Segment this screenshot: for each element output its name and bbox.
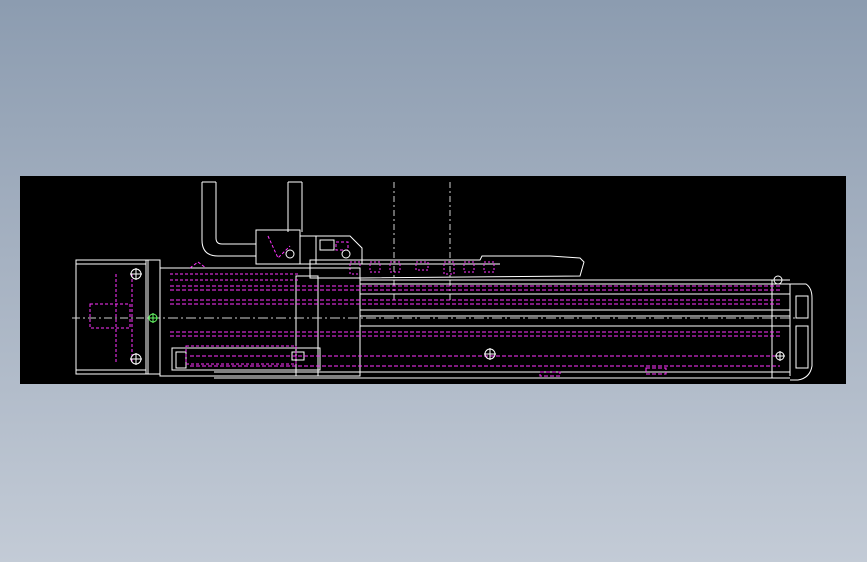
motor-block (75, 259, 161, 375)
bolt-icon (130, 268, 142, 280)
slider-hidden-lines (170, 261, 300, 365)
pipe-fitting-left (201, 181, 256, 257)
carriage-top-plate (309, 255, 585, 279)
pipe-fitting-right (287, 181, 303, 232)
rail-body (214, 279, 791, 379)
end-cap (790, 283, 813, 381)
slider-body (159, 267, 361, 377)
carriage-screw-icon (484, 348, 496, 360)
linear-actuator-drawing (72, 181, 813, 381)
cad-drawing-viewport[interactable] (20, 176, 846, 384)
bolt-icon (285, 249, 351, 259)
end-cap-bolt-icon (775, 351, 785, 361)
valve-hidden (267, 235, 349, 259)
end-cap-bolt-icon (773, 275, 783, 285)
motor-mount-icon (148, 313, 158, 323)
valve-block (255, 229, 363, 265)
lead-screw-hidden (170, 285, 780, 377)
